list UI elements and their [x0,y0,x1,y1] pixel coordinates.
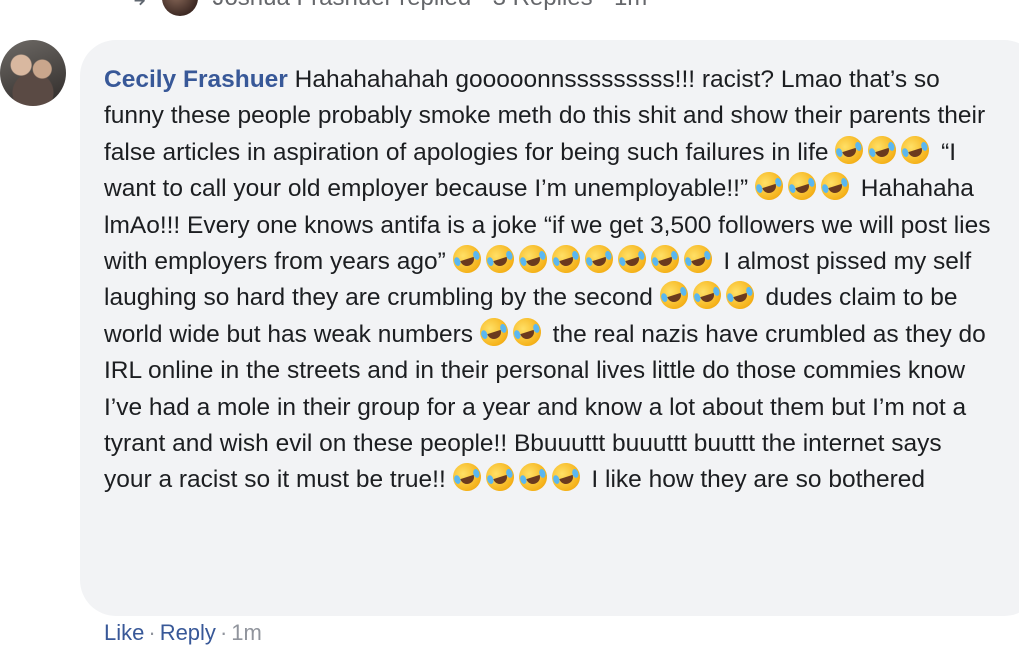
replies-summary[interactable]: Joshua Frashuer replied · 3 Replies · 1m [212,0,647,12]
laughing-emoji-icon [831,132,867,168]
comment-segment: I like how they are so bothered [584,466,926,494]
laughing-emoji-icon [722,277,758,314]
reply-arrow-icon: ↳ [130,0,148,11]
separator: · [148,620,156,645]
laughing-emoji-icon [509,314,545,350]
laughing-emoji-icon [646,241,683,277]
laughing-emoji-icon [481,459,518,496]
laughing-emoji-icon [448,459,485,496]
separator: · [219,620,228,645]
laughing-emoji-icon [476,314,512,350]
comment-timestamp[interactable]: 1m [231,620,262,646]
comment-author[interactable]: Cecily Frashuer [104,66,288,93]
laughing-emoji-icon [448,241,485,277]
laughing-emoji-icon [689,277,725,314]
laughing-emoji-icon [580,241,617,277]
laughing-emoji-icon [547,241,584,277]
laughing-emoji-icon [656,277,692,314]
like-link[interactable]: Like [104,620,144,646]
laughing-emoji-icon [784,168,820,204]
comment-text: Cecily Frashuer Hahahahahah gooooonnssss… [104,62,994,499]
laughing-emoji-icon [864,132,900,168]
comment-actions: Like · Reply · 1m [104,620,262,646]
laughing-emoji-icon [547,459,584,496]
laughing-emoji-icon [817,168,853,204]
laughing-emoji-icon [613,241,650,277]
laughing-emoji-icon [514,459,551,496]
laughing-emoji-icon [481,241,518,277]
reply-link[interactable]: Reply [160,620,216,646]
replier-avatar [162,0,199,16]
avatar[interactable] [0,40,66,106]
laughing-emoji-icon [751,168,787,204]
replies-row[interactable]: ↳ Joshua Frashuer replied · 3 Replies · … [130,0,647,16]
laughing-emoji-icon [514,241,551,277]
laughing-emoji-icon [897,132,933,168]
laughing-emoji-icon [679,241,716,277]
